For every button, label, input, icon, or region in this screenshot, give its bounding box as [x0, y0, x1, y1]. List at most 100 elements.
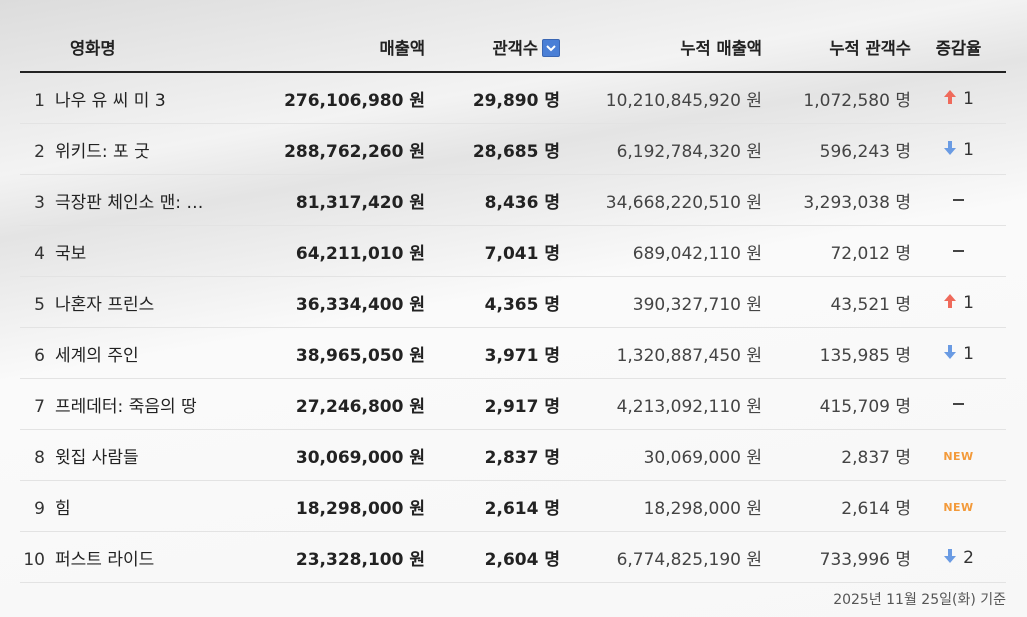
- change-value: 1: [963, 292, 974, 313]
- sales-value: 27,246,800 원: [295, 396, 425, 417]
- sales-value: 23,328,100 원: [295, 549, 425, 570]
- cum-audience-value: 733,996 명: [819, 549, 911, 570]
- sales-value: 38,965,050 원: [295, 345, 425, 366]
- table-row[interactable]: 7 프레데터: 죽음의 땅 27,246,800 원 2,917 명 4,213,092…: [20, 379, 1006, 430]
- movie-cell: 5 나혼자 프린스: [20, 290, 250, 315]
- movie-title[interactable]: 국보: [55, 244, 86, 264]
- rank-number: 6: [34, 345, 45, 366]
- rank-number: 8: [34, 447, 45, 468]
- table-body: 1 나우 유 씨 미 3 276,106,980 원 29,890 명 10,210,8…: [20, 73, 1006, 583]
- sort-dropdown-button[interactable]: [542, 38, 560, 57]
- movie-title[interactable]: 힘: [55, 499, 71, 519]
- audience-value: 2,917 명: [484, 396, 560, 417]
- cum-audience-value: 2,614 명: [841, 498, 911, 519]
- audience-value: 4,365 명: [484, 294, 560, 315]
- new-badge: NEW: [943, 501, 974, 514]
- movie-cell: 3 극장판 체인소 맨: …: [20, 188, 250, 213]
- cum-sales-value: 10,210,845,920 원: [605, 90, 762, 111]
- header-audience-cell: 관객수: [425, 35, 560, 59]
- table-row[interactable]: 9 힘 18,298,000 원 2,614 명 18,298,000 원 2,614 명…: [20, 481, 1006, 532]
- dash-icon: [953, 403, 964, 405]
- cum-sales-value: 390,327,710 원: [632, 294, 762, 315]
- table-row[interactable]: 3 극장판 체인소 맨: … 81,317,420 원 8,436 명 34,668,2…: [20, 175, 1006, 226]
- arrow-down-icon: [943, 547, 957, 568]
- dash-icon: [953, 199, 964, 201]
- change-cell: NEW: [911, 496, 1006, 516]
- movie-cell: 9힘: [20, 494, 250, 519]
- cum-audience-value: 415,709 명: [819, 396, 911, 417]
- header-title: 영화명: [70, 38, 116, 58]
- table-row[interactable]: 5 나혼자 프린스 36,334,400 원 4,365 명 390,327,710 원…: [20, 277, 1006, 328]
- header-cum-sales: 누적 매출액: [680, 38, 762, 58]
- header-audience: 관객수: [492, 38, 538, 58]
- audience-value: 8,436 명: [484, 192, 560, 213]
- header-change: 증감율: [935, 38, 982, 58]
- movie-title[interactable]: 극장판 체인소 맨: …: [55, 193, 203, 213]
- arrow-down-icon: [943, 343, 957, 364]
- movie-title[interactable]: 퍼스트 라이드: [55, 550, 154, 570]
- table-row[interactable]: 10 퍼스트 라이드 23,328,100 원 2,604 명 6,774,825,19…: [20, 532, 1006, 583]
- rank-number: 2: [34, 141, 45, 162]
- cum-audience-value: 2,837 명: [841, 447, 911, 468]
- cum-sales-value: 34,668,220,510 원: [605, 192, 762, 213]
- change-cell: 1: [911, 292, 1006, 313]
- cum-sales-value: 689,042,110 원: [632, 243, 762, 264]
- movie-cell: 4 국보: [20, 239, 250, 264]
- table-row[interactable]: 1 나우 유 씨 미 3 276,106,980 원 29,890 명 10,210,8…: [20, 73, 1006, 124]
- change-cell: [911, 241, 1006, 261]
- change-cell: NEW: [911, 445, 1006, 465]
- sales-value: 30,069,000 원: [295, 447, 425, 468]
- arrow-down-icon: [943, 139, 957, 160]
- cum-sales-value: 6,192,784,320 원: [616, 141, 762, 162]
- movie-cell: 1 나우 유 씨 미 3: [20, 86, 250, 111]
- audience-value: 2,614 명: [484, 498, 560, 519]
- table-row[interactable]: 4 국보 64,211,010 원 7,041 명 689,042,110 원 72,01…: [20, 226, 1006, 277]
- cum-audience-value: 596,243 명: [819, 141, 911, 162]
- table-row[interactable]: 2 위키드: 포 굿 288,762,260 원 28,685 명 6,192,784,…: [20, 124, 1006, 175]
- change-cell: 1: [911, 139, 1006, 160]
- rank-number: 1: [34, 90, 45, 111]
- cum-audience-value: 135,985 명: [819, 345, 911, 366]
- movie-title[interactable]: 윗집 사람들: [55, 448, 139, 468]
- table-row[interactable]: 8 윗집 사람들 30,069,000 원 2,837 명 30,069,000 원 2,…: [20, 430, 1006, 481]
- movie-title[interactable]: 위키드: 포 굿: [55, 142, 150, 162]
- audience-value: 2,837 명: [484, 447, 560, 468]
- audience-value: 3,971 명: [484, 345, 560, 366]
- dash-icon: [953, 250, 964, 252]
- change-cell: 1: [911, 343, 1006, 364]
- cum-audience-value: 1,072,580 명: [803, 90, 911, 111]
- rank-number: 10: [23, 549, 45, 570]
- movie-title[interactable]: 나혼자 프린스: [55, 295, 154, 315]
- movie-cell: 6 세계의 주인: [20, 341, 250, 366]
- movie-title[interactable]: 나우 유 씨 미 3: [55, 91, 166, 111]
- change-cell: [911, 190, 1006, 210]
- cum-sales-value: 1,320,887,450 원: [616, 345, 762, 366]
- date-note: 2025년 11월 25일(화) 기준: [833, 592, 1006, 608]
- chevron-down-icon: [546, 44, 556, 51]
- sales-value: 276,106,980 원: [284, 90, 425, 111]
- table-row[interactable]: 6 세계의 주인 38,965,050 원 3,971 명 1,320,887,450 …: [20, 328, 1006, 379]
- cum-audience-value: 72,012 명: [830, 243, 911, 264]
- movie-title[interactable]: 프레데터: 죽음의 땅: [55, 397, 197, 417]
- rank-number: 9: [34, 498, 45, 519]
- cum-sales-value: 18,298,000 원: [643, 498, 762, 519]
- cum-audience-value: 3,293,038 명: [803, 192, 911, 213]
- cum-sales-value: 4,213,092,110 원: [616, 396, 762, 417]
- sales-value: 288,762,260 원: [284, 141, 425, 162]
- change-value: 1: [963, 139, 974, 160]
- arrow-up-icon: [943, 292, 957, 313]
- arrow-up-icon: [943, 88, 957, 109]
- new-badge: NEW: [943, 450, 974, 463]
- movie-cell: 10 퍼스트 라이드: [20, 545, 250, 570]
- cum-sales-value: 30,069,000 원: [643, 447, 762, 468]
- header-cum-audience: 누적 관객수: [829, 38, 911, 58]
- audience-value: 7,041 명: [484, 243, 560, 264]
- change-cell: 1: [911, 88, 1006, 109]
- sales-value: 36,334,400 원: [295, 294, 425, 315]
- audience-value: 2,604 명: [484, 549, 560, 570]
- change-cell: 2: [911, 547, 1006, 568]
- change-value: 1: [963, 88, 974, 109]
- movie-title[interactable]: 세계의 주인: [55, 346, 139, 366]
- change-value: 1: [963, 343, 974, 364]
- movie-cell: 2 위키드: 포 굿: [20, 137, 250, 162]
